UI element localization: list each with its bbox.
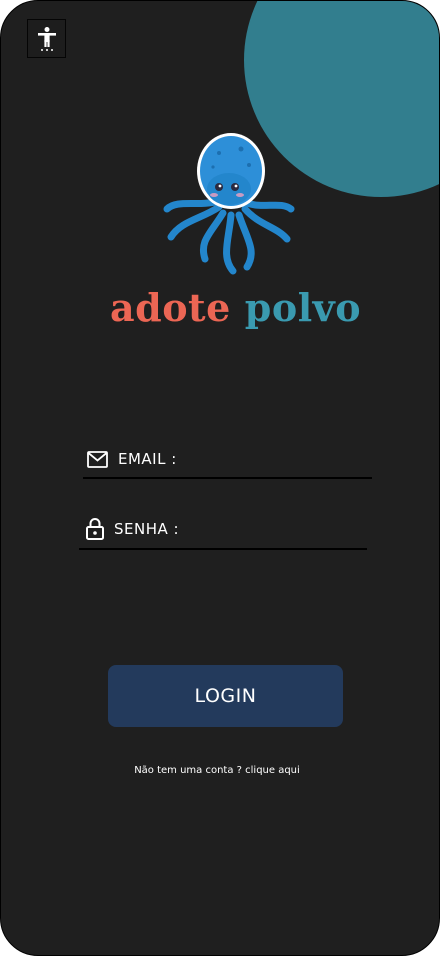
accessibility-button[interactable]: [27, 19, 66, 58]
signup-link[interactable]: Não tem uma conta ? clique aqui: [1, 765, 433, 776]
email-field[interactable]: EMAIL :: [87, 450, 177, 468]
brand-word-adote: adote: [110, 285, 231, 330]
password-label: SENHA :: [114, 519, 180, 538]
email-underline: [83, 477, 372, 479]
octopus-icon: [163, 133, 295, 275]
accessibility-icon: [37, 26, 56, 51]
login-button[interactable]: LOGIN: [108, 665, 343, 727]
phone-frame: adote polvo EMAIL : SENHA : LOGIN Não tem…: [0, 0, 440, 956]
lock-icon: [86, 518, 104, 540]
brand-logo: adote polvo: [110, 285, 361, 330]
envelope-icon: [87, 450, 108, 468]
brand-word-polvo: polvo: [244, 285, 362, 330]
password-field[interactable]: SENHA :: [86, 517, 179, 540]
email-label: EMAIL :: [118, 450, 177, 468]
password-underline: [79, 548, 367, 550]
